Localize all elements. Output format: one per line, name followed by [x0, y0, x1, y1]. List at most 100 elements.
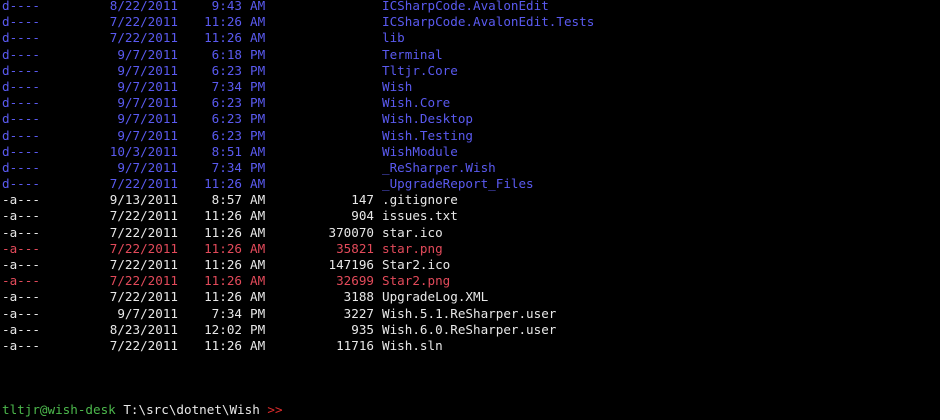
row-date: 9/7/2011 [117, 95, 178, 111]
row-name: star.ico [382, 224, 443, 240]
row-date: 9/13/2011 [109, 192, 178, 208]
row-ampm: PM [250, 127, 266, 143]
row-mode: d---- [2, 0, 40, 13]
row-length: 370070 [328, 224, 375, 240]
row-date: 9/7/2011 [117, 46, 178, 62]
listing-row-file: -a--- 7/22/2011 11:26 AM 904 issues.txt [2, 208, 594, 224]
command-prompt[interactable]: tltjr@wish-desk T:\src\dotnet\Wish >> [2, 402, 298, 418]
row-ampm: AM [250, 143, 266, 159]
row-mode: -a--- [2, 208, 40, 224]
prompt-arrow: >> [267, 402, 283, 417]
row-name: _UpgradeReport_Files [382, 176, 534, 192]
row-length: 11716 [336, 337, 374, 353]
row-date: 9/7/2011 [117, 62, 178, 78]
row-mode: -a--- [2, 305, 40, 321]
row-time: 11:26 [204, 240, 242, 256]
row-mode: d---- [2, 78, 40, 94]
listing-row-file: -a--- 7/22/2011 11:26 AM 35821 star.png [2, 241, 594, 257]
row-date: 7/22/2011 [109, 240, 178, 256]
row-name: Wish.Core [382, 95, 451, 111]
row-date: 7/22/2011 [109, 337, 178, 353]
prompt-path: T:\src\dotnet\Wish [123, 402, 260, 417]
row-name: ICSharpCode.AvalonEdit.Tests [382, 14, 595, 30]
row-name: Star2.ico [382, 257, 451, 272]
row-mode: -a--- [2, 257, 40, 272]
row-ampm: PM [250, 305, 266, 321]
row-length: 3227 [343, 305, 374, 321]
row-date: 7/22/2011 [109, 224, 178, 240]
listing-row-directory: d---- 7/22/2011 11:26 AM _UpgradeReport_File… [2, 176, 594, 192]
row-name: star.png [382, 240, 443, 256]
listing-row-file: -a--- 7/22/2011 11:26 AM 32699 Star2.png [2, 273, 594, 289]
row-mode: d---- [2, 30, 40, 46]
row-time: 12:02 [204, 321, 242, 337]
row-time: 7:34 [211, 305, 242, 321]
listing-row-directory: d---- 9/7/2011 6:23 PM Tltjr.Core [2, 63, 594, 79]
listing-row-directory: d---- 8/22/2011 9:43 AM ICSharpCode.AvalonEd… [2, 0, 594, 14]
row-mode: -a--- [2, 289, 40, 305]
row-name: _ReSharper.Wish [382, 159, 496, 175]
row-date: 7/22/2011 [109, 208, 178, 224]
row-length: 147196 [328, 257, 375, 272]
row-name: Wish.6.0.ReSharper.user [382, 321, 557, 337]
row-name: Tltjr.Core [382, 62, 458, 78]
row-mode: d---- [2, 46, 40, 62]
listing-row-file: -a--- 9/7/2011 7:34 PM 3227 Wish.5.1.ReSharpe… [2, 306, 594, 322]
listing-row-directory: d---- 9/7/2011 6:23 PM Wish.Core [2, 95, 594, 111]
row-time: 11:26 [204, 257, 242, 272]
row-mode: d---- [2, 176, 40, 192]
row-ampm: AM [250, 240, 266, 256]
row-name: UpgradeLog.XML [382, 289, 489, 305]
row-ampm: AM [250, 176, 266, 192]
row-name: Star2.png [382, 273, 451, 289]
listing-row-file: -a--- 7/22/2011 11:26 AM 3188 UpgradeLog.XML [2, 289, 594, 305]
row-ampm: PM [250, 46, 266, 62]
listing-row-directory: d---- 7/22/2011 11:26 AM ICSharpCode.AvalonE… [2, 14, 594, 30]
row-name: WishModule [382, 143, 458, 159]
row-mode: -a--- [2, 224, 40, 240]
listing-row-file: -a--- 7/22/2011 11:26 AM 147196 Star2.ico [2, 257, 594, 273]
listing-row-file: -a--- 8/23/2011 12:02 PM 935 Wish.6.0.ReSharp… [2, 322, 594, 338]
row-name: Wish.5.1.ReSharper.user [382, 305, 557, 321]
row-time: 8:51 [211, 143, 242, 159]
row-date: 7/22/2011 [109, 257, 178, 272]
row-ampm: PM [250, 111, 266, 127]
row-ampm: PM [250, 78, 266, 94]
row-time: 8:57 [211, 192, 242, 208]
row-date: 9/7/2011 [117, 111, 178, 127]
row-date: 8/23/2011 [109, 321, 178, 337]
row-ampm: AM [250, 289, 266, 305]
row-name: Wish.Testing [382, 127, 473, 143]
row-ampm: AM [250, 208, 266, 224]
row-date: 9/7/2011 [117, 127, 178, 143]
row-ampm: AM [250, 192, 266, 208]
row-time: 11:26 [204, 224, 242, 240]
row-time: 9:43 [211, 0, 242, 13]
listing-row-directory: d---- 9/7/2011 6:23 PM Wish.Desktop [2, 111, 594, 127]
row-date: 8/22/2011 [109, 0, 178, 13]
row-mode: d---- [2, 127, 40, 143]
row-length: 32699 [336, 273, 374, 289]
listing-row-directory: d---- 9/7/2011 6:23 PM Wish.Testing [2, 128, 594, 144]
row-time: 11:26 [204, 273, 242, 289]
directory-listing: d---- 8/22/2011 9:43 AM ICSharpCode.AvalonEd… [2, 0, 594, 354]
terminal-window[interactable]: d---- 8/22/2011 9:43 AM ICSharpCode.AvalonEd… [0, 0, 940, 420]
row-ampm: PM [250, 95, 266, 111]
row-date: 9/7/2011 [117, 305, 178, 321]
row-date: 7/22/2011 [109, 14, 178, 30]
row-ampm: PM [250, 62, 266, 78]
row-mode: -a--- [2, 321, 40, 337]
text-cursor[interactable] [290, 403, 298, 417]
row-name: Wish.Desktop [382, 111, 473, 127]
row-date: 7/22/2011 [109, 289, 178, 305]
row-time: 6:23 [211, 127, 242, 143]
row-name: Wish [382, 78, 413, 94]
listing-row-file: -a--- 7/22/2011 11:26 AM 370070 star.ico [2, 225, 594, 241]
row-time: 6:23 [211, 111, 242, 127]
row-mode: -a--- [2, 337, 40, 353]
listing-row-file: -a--- 7/22/2011 11:26 AM 11716 Wish.sln [2, 338, 594, 354]
row-mode: d---- [2, 95, 40, 111]
row-time: 11:26 [204, 30, 242, 46]
row-length: 904 [351, 208, 374, 224]
listing-row-directory: d---- 9/7/2011 7:34 PM _ReSharper.Wish [2, 160, 594, 176]
